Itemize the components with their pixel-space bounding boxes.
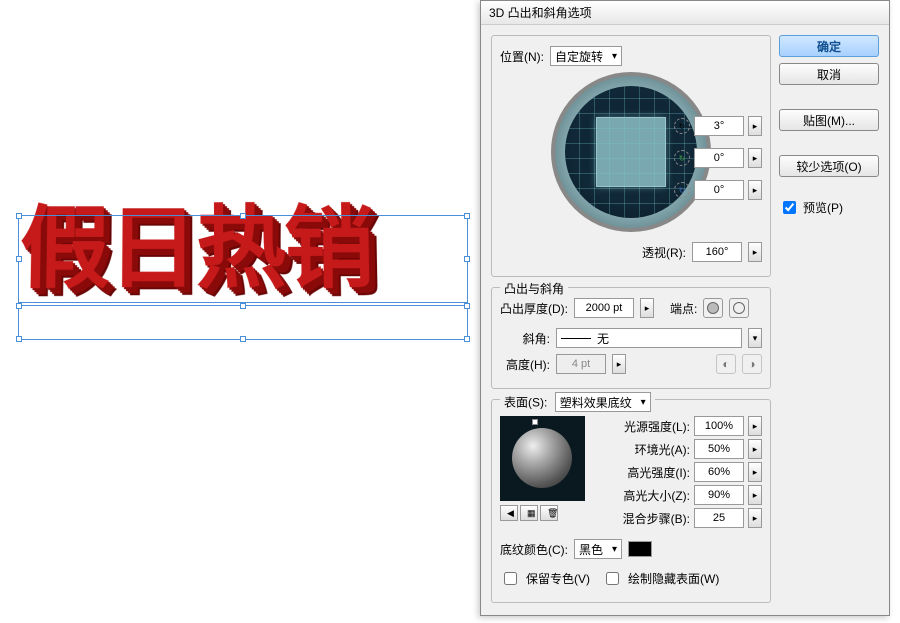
shade-color-swatch[interactable] <box>628 541 652 557</box>
bevel-out-icon: ◑ <box>742 354 762 374</box>
preserve-spot-label: 保留专色(V) <box>526 570 590 587</box>
position-group: 位置(N): 自定旋转 ↻ ▸ ↻ ▸ ↻ ▸ 透视(R): <box>491 35 771 277</box>
canvas-area: 假日热销 <box>0 0 480 616</box>
stepper-icon[interactable]: ▸ <box>612 354 626 374</box>
resize-handle[interactable] <box>464 213 470 219</box>
blend-steps-input[interactable] <box>694 508 744 528</box>
bevel-label: 斜角: <box>500 330 550 347</box>
surface-group: 表面(S): 塑料效果底纹 ◀ ▦ 🗑 <box>491 399 771 603</box>
preview-label: 预览(P) <box>803 199 843 216</box>
stepper-icon[interactable]: ▸ <box>748 462 762 482</box>
preserve-spot-checkbox[interactable] <box>504 572 517 585</box>
resize-handle[interactable] <box>16 256 22 262</box>
resize-handle[interactable] <box>16 213 22 219</box>
ok-button[interactable]: 确定 <box>779 35 879 57</box>
bevel-in-icon: ◐ <box>716 354 736 374</box>
cap-label: 端点: <box>670 300 697 317</box>
stepper-icon[interactable]: ▸ <box>748 148 762 168</box>
light-back-button[interactable]: ◀ <box>500 505 518 521</box>
light-preview[interactable] <box>500 416 585 501</box>
shade-color-label: 底纹颜色(C): <box>500 541 568 558</box>
shade-color-dropdown[interactable]: 黑色 <box>574 539 622 559</box>
resize-handle[interactable] <box>240 213 246 219</box>
rotate-z-input[interactable] <box>694 180 744 200</box>
resize-handle[interactable] <box>240 303 246 309</box>
preview-checkbox[interactable] <box>783 201 796 214</box>
selection-bounds-secondary <box>18 305 468 340</box>
surface-dropdown[interactable]: 塑料效果底纹 <box>555 392 651 412</box>
light-intensity-input[interactable] <box>694 416 744 436</box>
surface-group-label: 表面(S): 塑料效果底纹 <box>500 392 655 412</box>
perspective-label: 透视(R): <box>642 244 686 261</box>
stepper-icon[interactable]: ▸ <box>748 485 762 505</box>
resize-handle[interactable] <box>464 336 470 342</box>
cancel-button[interactable]: 取消 <box>779 63 879 85</box>
dropdown-arrow-icon[interactable]: ▾ <box>748 328 762 348</box>
ambient-input[interactable] <box>694 439 744 459</box>
selection-bounds <box>18 215 468 303</box>
bevel-height-input <box>556 354 606 374</box>
stepper-icon[interactable]: ▸ <box>748 116 762 136</box>
resize-handle[interactable] <box>464 256 470 262</box>
map-art-button[interactable]: 贴图(M)... <box>779 109 879 131</box>
highlight-size-input[interactable] <box>694 485 744 505</box>
3d-options-dialog: 3D 凸出和斜角选项 位置(N): 自定旋转 ↻ ▸ ↻ ▸ ↻ ▸ <box>480 0 890 616</box>
highlight-intensity-input[interactable] <box>694 462 744 482</box>
extrude-bevel-group: 凸出与斜角 凸出厚度(D): ▸ 端点: 斜角: 无 ▾ <box>491 287 771 389</box>
stepper-icon[interactable]: ▸ <box>640 298 654 318</box>
depth-input[interactable] <box>574 298 634 318</box>
resize-handle[interactable] <box>16 303 22 309</box>
fewer-options-button[interactable]: 较少选项(O) <box>779 155 879 177</box>
ambient-label: 环境光(A): <box>610 441 690 458</box>
cap-on-button[interactable] <box>703 298 723 318</box>
cap-off-button[interactable] <box>729 298 749 318</box>
bevel-dropdown[interactable]: 无 <box>556 328 742 348</box>
rotate-y-icon: ↻ <box>674 150 690 166</box>
dialog-title: 3D 凸出和斜角选项 <box>481 1 889 25</box>
resize-handle[interactable] <box>464 303 470 309</box>
perspective-input[interactable] <box>692 242 742 262</box>
stepper-icon[interactable]: ▸ <box>748 508 762 528</box>
draw-hidden-checkbox[interactable] <box>606 572 619 585</box>
resize-handle[interactable] <box>240 336 246 342</box>
stepper-icon[interactable]: ▸ <box>748 416 762 436</box>
position-dropdown[interactable]: 自定旋转 <box>550 46 622 66</box>
stepper-icon[interactable]: ▸ <box>748 180 762 200</box>
stepper-icon[interactable]: ▸ <box>748 439 762 459</box>
rotate-x-input[interactable] <box>694 116 744 136</box>
height-label: 高度(H): <box>500 356 550 373</box>
highlight-size-label: 高光大小(Z): <box>610 487 690 504</box>
rotate-y-input[interactable] <box>694 148 744 168</box>
new-light-button[interactable]: ▦ <box>520 505 538 521</box>
resize-handle[interactable] <box>16 336 22 342</box>
position-label: 位置(N): <box>500 48 544 65</box>
blend-steps-label: 混合步骤(B): <box>610 510 690 527</box>
light-intensity-label: 光源强度(L): <box>610 418 690 435</box>
depth-label: 凸出厚度(D): <box>500 300 568 317</box>
extrude-group-label: 凸出与斜角 <box>500 280 568 297</box>
stepper-icon[interactable]: ▸ <box>748 242 762 262</box>
delete-light-button[interactable]: 🗑 <box>540 505 558 521</box>
highlight-intensity-label: 高光强度(I): <box>610 464 690 481</box>
draw-hidden-label: 绘制隐藏表面(W) <box>628 570 719 587</box>
rotate-x-icon: ↻ <box>674 118 690 134</box>
rotate-z-icon: ↻ <box>674 182 690 198</box>
light-handle[interactable] <box>532 419 538 425</box>
